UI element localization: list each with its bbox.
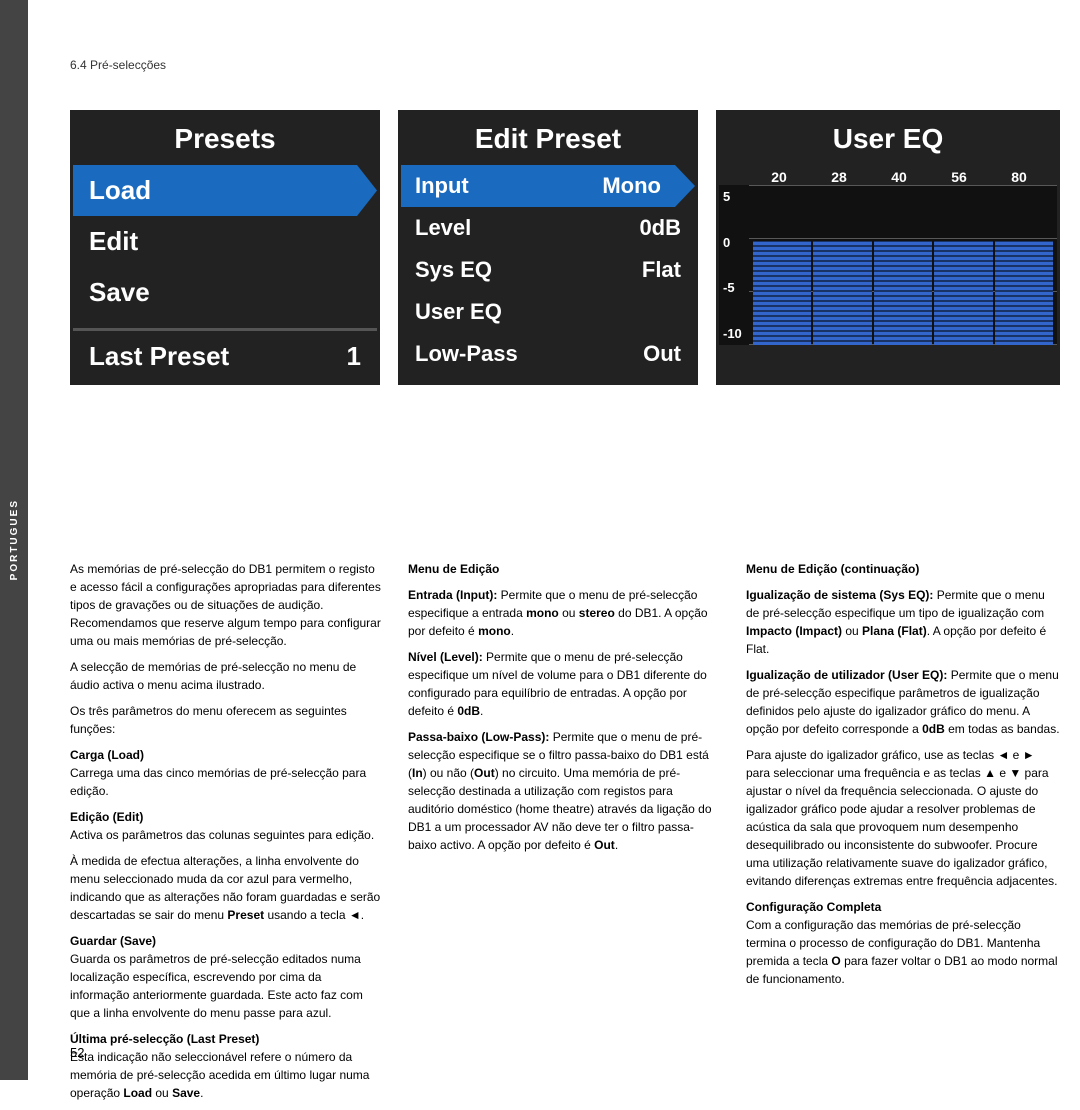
desc-section-load: Carga (Load)Carrega uma das cinco memóri… bbox=[70, 746, 384, 800]
col2-input: Entrada (Input): Permite que o menu de p… bbox=[408, 586, 722, 640]
eq-bar-inner-80 bbox=[995, 241, 1053, 345]
last-preset-label: Last Preset bbox=[89, 341, 229, 372]
col2-level: Nível (Level): Permite que o menu de pré… bbox=[408, 648, 722, 720]
col2-heading: Menu de Edição bbox=[408, 560, 722, 578]
desc-section-last: Última pré-selecção (Last Preset)Esta in… bbox=[70, 1030, 384, 1102]
usereq-label: User EQ bbox=[415, 299, 502, 325]
desc-section-save: Guardar (Save)Guarda os parâmetros de pr… bbox=[70, 932, 384, 1022]
desc-col-3: Menu de Edição (continuação) Igualização… bbox=[746, 560, 1060, 1110]
y-neg5: -5 bbox=[723, 280, 745, 295]
desc-intro-3: Os três parâmetros do menu oferecem as s… bbox=[70, 702, 384, 738]
col3-syseq: Igualização de sistema (Sys EQ): Permite… bbox=[746, 586, 1060, 658]
eq-bar-inner-56 bbox=[934, 241, 992, 345]
eq-bars bbox=[749, 185, 1057, 345]
col2-lowpass: Passa-baixo (Low-Pass): Permite que o me… bbox=[408, 728, 722, 854]
edit-row-input[interactable]: Input Mono bbox=[401, 165, 695, 207]
sidebar: PORTUGUES bbox=[0, 0, 28, 1080]
eq-y-axis: 5 0 -5 -10 bbox=[719, 185, 749, 345]
eq-freq-row: 20 28 40 56 80 bbox=[719, 165, 1057, 185]
panels-row: Presets Load Edit Save Last Preset 1 Edi… bbox=[70, 110, 1060, 385]
syseq-value: Flat bbox=[642, 257, 681, 283]
freq-28: 28 bbox=[809, 169, 869, 185]
eq-panel: User EQ 20 28 40 56 80 5 0 -5 -10 bbox=[716, 110, 1060, 385]
freq-40: 40 bbox=[869, 169, 929, 185]
col3-heading: Menu de Edição (continuação) bbox=[746, 560, 1060, 578]
eq-bar-inner-20 bbox=[753, 241, 811, 345]
eq-bar-stripes-56 bbox=[934, 241, 992, 345]
eq-bar-28[interactable] bbox=[813, 185, 871, 345]
preset-edit[interactable]: Edit bbox=[73, 216, 377, 267]
desc-intro-2: A selecção de memórias de pré-selecção n… bbox=[70, 658, 384, 694]
save-heading: Guardar (Save) bbox=[70, 934, 156, 948]
eq-bar-stripes-28 bbox=[813, 241, 871, 345]
eq-bar-stripes-40 bbox=[874, 241, 932, 345]
desc-col-2: Menu de Edição Entrada (Input): Permite … bbox=[408, 560, 722, 1110]
load-heading: Carga (Load) bbox=[70, 748, 144, 762]
last-preset-value: 1 bbox=[347, 341, 361, 372]
edit-row-syseq[interactable]: Sys EQ Flat bbox=[401, 249, 695, 291]
preset-load[interactable]: Load bbox=[73, 165, 377, 216]
y-0: 0 bbox=[723, 235, 745, 250]
eq-title: User EQ bbox=[719, 113, 1057, 165]
edit-title: Edit Preset bbox=[401, 113, 695, 165]
presets-menu: Load Edit Save Last Preset 1 bbox=[73, 165, 377, 382]
eq-bars-area bbox=[749, 185, 1057, 345]
y-5: 5 bbox=[723, 189, 745, 204]
freq-56: 56 bbox=[929, 169, 989, 185]
eq-bar-inner-28 bbox=[813, 241, 871, 345]
eq-bar-stripes-20 bbox=[753, 241, 811, 345]
breadcrumb: 6.4 Pré-selecções bbox=[70, 58, 166, 72]
freq-80: 80 bbox=[989, 169, 1049, 185]
desc-col-1: As memórias de pré-selecção do DB1 permi… bbox=[70, 560, 384, 1110]
sidebar-label: PORTUGUES bbox=[9, 499, 20, 580]
eq-graph: 5 0 -5 -10 bbox=[719, 185, 1057, 345]
col3-usereq: Igualização de utilizador (User EQ): Per… bbox=[746, 666, 1060, 738]
last-heading: Última pré-selecção (Last Preset) bbox=[70, 1032, 259, 1046]
eq-bar-40[interactable] bbox=[874, 185, 932, 345]
freq-20: 20 bbox=[749, 169, 809, 185]
level-value: 0dB bbox=[639, 215, 681, 241]
preset-save[interactable]: Save bbox=[73, 267, 377, 318]
edit-heading: Edição (Edit) bbox=[70, 810, 143, 824]
presets-title: Presets bbox=[73, 113, 377, 165]
page-number: 52 bbox=[70, 1045, 84, 1060]
syseq-label: Sys EQ bbox=[415, 257, 492, 283]
desc-section-edit: Edição (Edit)Activa os parâmetros das co… bbox=[70, 808, 384, 844]
col3-complete: Configuração CompletaCom a configuração … bbox=[746, 898, 1060, 988]
edit-row-usereq[interactable]: User EQ bbox=[401, 291, 695, 333]
input-value: Mono bbox=[602, 173, 661, 199]
eq-bar-inner-40 bbox=[874, 241, 932, 345]
edit-row-level[interactable]: Level 0dB bbox=[401, 207, 695, 249]
y-neg10: -10 bbox=[723, 326, 745, 341]
desc-intro-1: As memórias de pré-selecção do DB1 permi… bbox=[70, 560, 384, 650]
desc-section-note: À medida de efectua alterações, a linha … bbox=[70, 852, 384, 924]
eq-bar-stripes-80 bbox=[995, 241, 1053, 345]
presets-panel: Presets Load Edit Save Last Preset 1 bbox=[70, 110, 380, 385]
input-label: Input bbox=[415, 173, 469, 199]
edit-row-lowpass[interactable]: Low-Pass Out bbox=[401, 333, 695, 375]
lowpass-value: Out bbox=[643, 341, 681, 367]
description-area: As memórias de pré-selecção do DB1 permi… bbox=[70, 560, 1060, 1110]
level-label: Level bbox=[415, 215, 471, 241]
main-content: 6.4 Pré-selecções Presets Load Edit Save… bbox=[28, 0, 1080, 1080]
preset-last: Last Preset 1 bbox=[73, 328, 377, 382]
eq-bar-80[interactable] bbox=[995, 185, 1053, 345]
lowpass-label: Low-Pass bbox=[415, 341, 518, 367]
edit-panel: Edit Preset Input Mono Level 0dB Sys EQ … bbox=[398, 110, 698, 385]
eq-bar-20[interactable] bbox=[753, 185, 811, 345]
col3-note: Para ajuste do igalizador gráfico, use a… bbox=[746, 746, 1060, 890]
eq-bar-56[interactable] bbox=[934, 185, 992, 345]
